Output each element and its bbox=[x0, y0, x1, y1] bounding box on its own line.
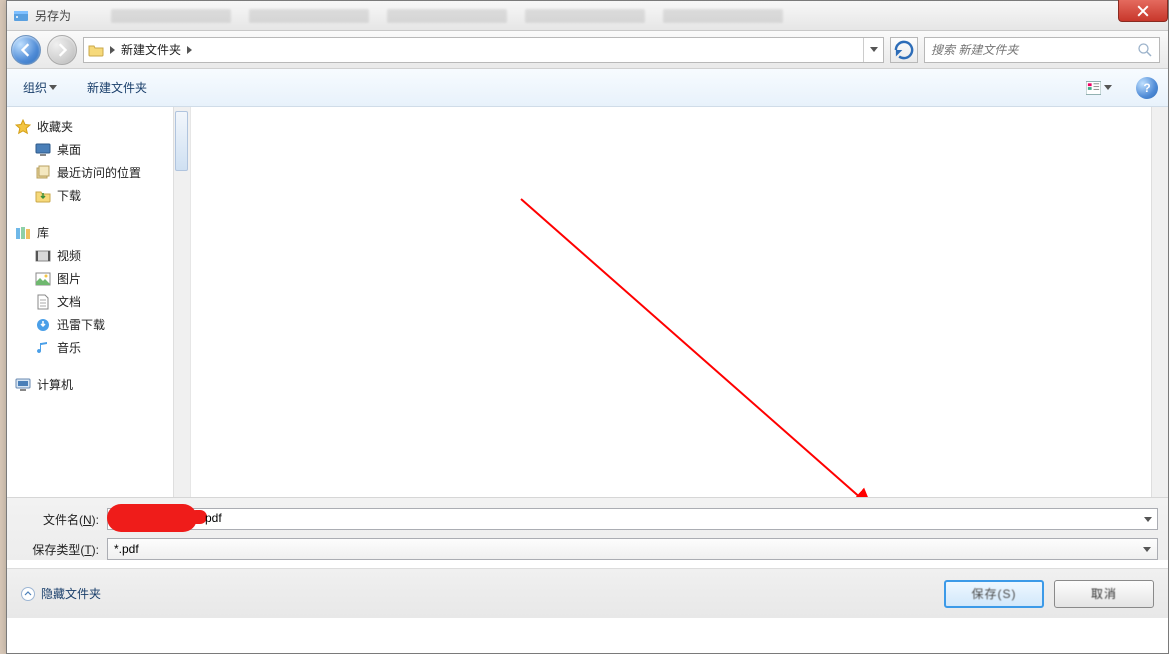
tree-node-xunlei[interactable]: 迅雷下载 bbox=[15, 313, 190, 336]
folder-icon bbox=[88, 42, 104, 58]
desktop-label: 桌面 bbox=[57, 141, 81, 158]
help-button[interactable]: ? bbox=[1136, 77, 1158, 99]
xunlei-label: 迅雷下载 bbox=[57, 316, 105, 333]
filename-label: 文件名(N): bbox=[17, 511, 107, 528]
downloads-label: 下载 bbox=[57, 187, 81, 204]
libraries-label: 库 bbox=[37, 224, 49, 241]
refresh-icon bbox=[891, 37, 917, 63]
document-icon bbox=[35, 294, 51, 310]
filename-redaction bbox=[107, 504, 197, 532]
video-label: 视频 bbox=[57, 247, 81, 264]
organize-menu[interactable]: 组织 bbox=[17, 75, 63, 100]
window-title: 另存为 bbox=[35, 7, 71, 24]
tree-node-computer[interactable]: 计算机 bbox=[15, 373, 190, 396]
tree-node-downloads[interactable]: 下载 bbox=[15, 184, 190, 207]
address-bar[interactable]: 新建文件夹 bbox=[83, 37, 884, 63]
favorites-label: 收藏夹 bbox=[37, 118, 73, 135]
annotation-arrow bbox=[191, 107, 1151, 497]
picture-icon bbox=[35, 271, 51, 287]
arrow-right-icon bbox=[55, 43, 69, 57]
recent-label: 最近访问的位置 bbox=[57, 164, 141, 181]
tree-node-picture[interactable]: 图片 bbox=[15, 267, 190, 290]
nav-back-button[interactable] bbox=[11, 35, 41, 65]
nav-tree: 收藏夹 桌面 最近访问的位置 下载 bbox=[7, 107, 190, 404]
desktop-icon bbox=[35, 142, 51, 158]
filetype-value: *.pdf bbox=[114, 542, 139, 556]
main-area: 收藏夹 桌面 最近访问的位置 下载 bbox=[7, 107, 1168, 497]
filename-field-wrap: pdf bbox=[107, 508, 1158, 530]
tree-node-favorites[interactable]: 收藏夹 bbox=[15, 115, 190, 138]
close-button[interactable] bbox=[1118, 0, 1168, 22]
tree-node-desktop[interactable]: 桌面 bbox=[15, 138, 190, 161]
xunlei-icon bbox=[35, 317, 51, 333]
downloads-icon bbox=[35, 188, 51, 204]
filename-row: 文件名(N): pdf bbox=[17, 508, 1158, 530]
tree-group-favorites: 收藏夹 桌面 最近访问的位置 下载 bbox=[15, 115, 190, 207]
organize-label: 组织 bbox=[23, 79, 47, 96]
music-icon bbox=[35, 340, 51, 356]
computer-icon bbox=[15, 377, 31, 393]
search-input[interactable] bbox=[931, 43, 1137, 57]
filetype-label: 保存类型(T): bbox=[17, 541, 107, 558]
tree-node-recent[interactable]: 最近访问的位置 bbox=[15, 161, 190, 184]
toolbar: 组织 新建文件夹 ? bbox=[7, 69, 1168, 107]
close-icon bbox=[1137, 5, 1149, 17]
picture-label: 图片 bbox=[57, 270, 81, 287]
filetype-dropdown-icon bbox=[1139, 541, 1155, 557]
view-icon bbox=[1086, 81, 1101, 95]
tree-node-video[interactable]: 视频 bbox=[15, 244, 190, 267]
breadcrumb-sep-2 bbox=[185, 43, 194, 57]
titlebar: 另存为 bbox=[7, 1, 1168, 31]
collapse-icon bbox=[21, 587, 35, 601]
chevron-down-icon bbox=[49, 85, 57, 90]
chevron-down-icon bbox=[1104, 85, 1112, 90]
nav-forward-button[interactable] bbox=[47, 35, 77, 65]
filetype-select[interactable]: *.pdf bbox=[107, 538, 1158, 560]
filename-input[interactable] bbox=[107, 508, 1158, 530]
scrollbar-thumb[interactable] bbox=[175, 111, 188, 171]
background-tabs bbox=[111, 9, 783, 23]
tree-node-music[interactable]: 音乐 bbox=[15, 336, 190, 359]
save-label: 保存(S) bbox=[972, 585, 1017, 602]
computer-label: 计算机 bbox=[37, 376, 73, 393]
breadcrumb-sep bbox=[108, 43, 117, 57]
search-box[interactable] bbox=[924, 37, 1160, 63]
sidebar-scrollbar[interactable] bbox=[173, 107, 190, 497]
tree-group-computer: 计算机 bbox=[15, 373, 190, 396]
view-options-button[interactable] bbox=[1086, 76, 1112, 100]
tree-group-libraries: 库 视频 图片 文档 迅 bbox=[15, 221, 190, 359]
breadcrumb-item[interactable]: 新建文件夹 bbox=[121, 41, 181, 58]
refresh-button[interactable] bbox=[890, 37, 918, 63]
hide-folders-label: 隐藏文件夹 bbox=[41, 585, 101, 602]
filetype-row: 保存类型(T): *.pdf bbox=[17, 538, 1158, 560]
library-icon bbox=[15, 225, 31, 241]
arrow-left-icon bbox=[19, 43, 33, 57]
new-folder-button[interactable]: 新建文件夹 bbox=[81, 75, 153, 100]
filename-dropdown[interactable] bbox=[1140, 511, 1156, 527]
document-label: 文档 bbox=[57, 293, 81, 310]
file-list-area[interactable] bbox=[191, 107, 1168, 497]
tree-node-libraries[interactable]: 库 bbox=[15, 221, 190, 244]
address-dropdown[interactable] bbox=[863, 38, 883, 62]
video-icon bbox=[35, 248, 51, 264]
cancel-button[interactable]: 取消 bbox=[1054, 580, 1154, 608]
music-label: 音乐 bbox=[57, 339, 81, 356]
recent-icon bbox=[35, 165, 51, 181]
tree-node-document[interactable]: 文档 bbox=[15, 290, 190, 313]
save-button[interactable]: 保存(S) bbox=[944, 580, 1044, 608]
sidebar: 收藏夹 桌面 最近访问的位置 下载 bbox=[7, 107, 191, 497]
save-form: 文件名(N): pdf 保存类型(T): *.pdf bbox=[7, 497, 1168, 560]
new-folder-label: 新建文件夹 bbox=[87, 79, 147, 96]
save-as-dialog: 另存为 新建文件夹 组织 bbox=[6, 0, 1169, 654]
footer: 隐藏文件夹 保存(S) 取消 bbox=[7, 568, 1168, 618]
star-icon bbox=[15, 119, 31, 135]
search-icon bbox=[1137, 42, 1153, 58]
hide-folders-toggle[interactable]: 隐藏文件夹 bbox=[21, 585, 101, 602]
cancel-label: 取消 bbox=[1091, 585, 1117, 602]
file-scrollbar[interactable] bbox=[1151, 107, 1168, 497]
nav-bar: 新建文件夹 bbox=[7, 31, 1168, 69]
help-icon: ? bbox=[1143, 81, 1150, 95]
app-icon bbox=[13, 8, 29, 24]
